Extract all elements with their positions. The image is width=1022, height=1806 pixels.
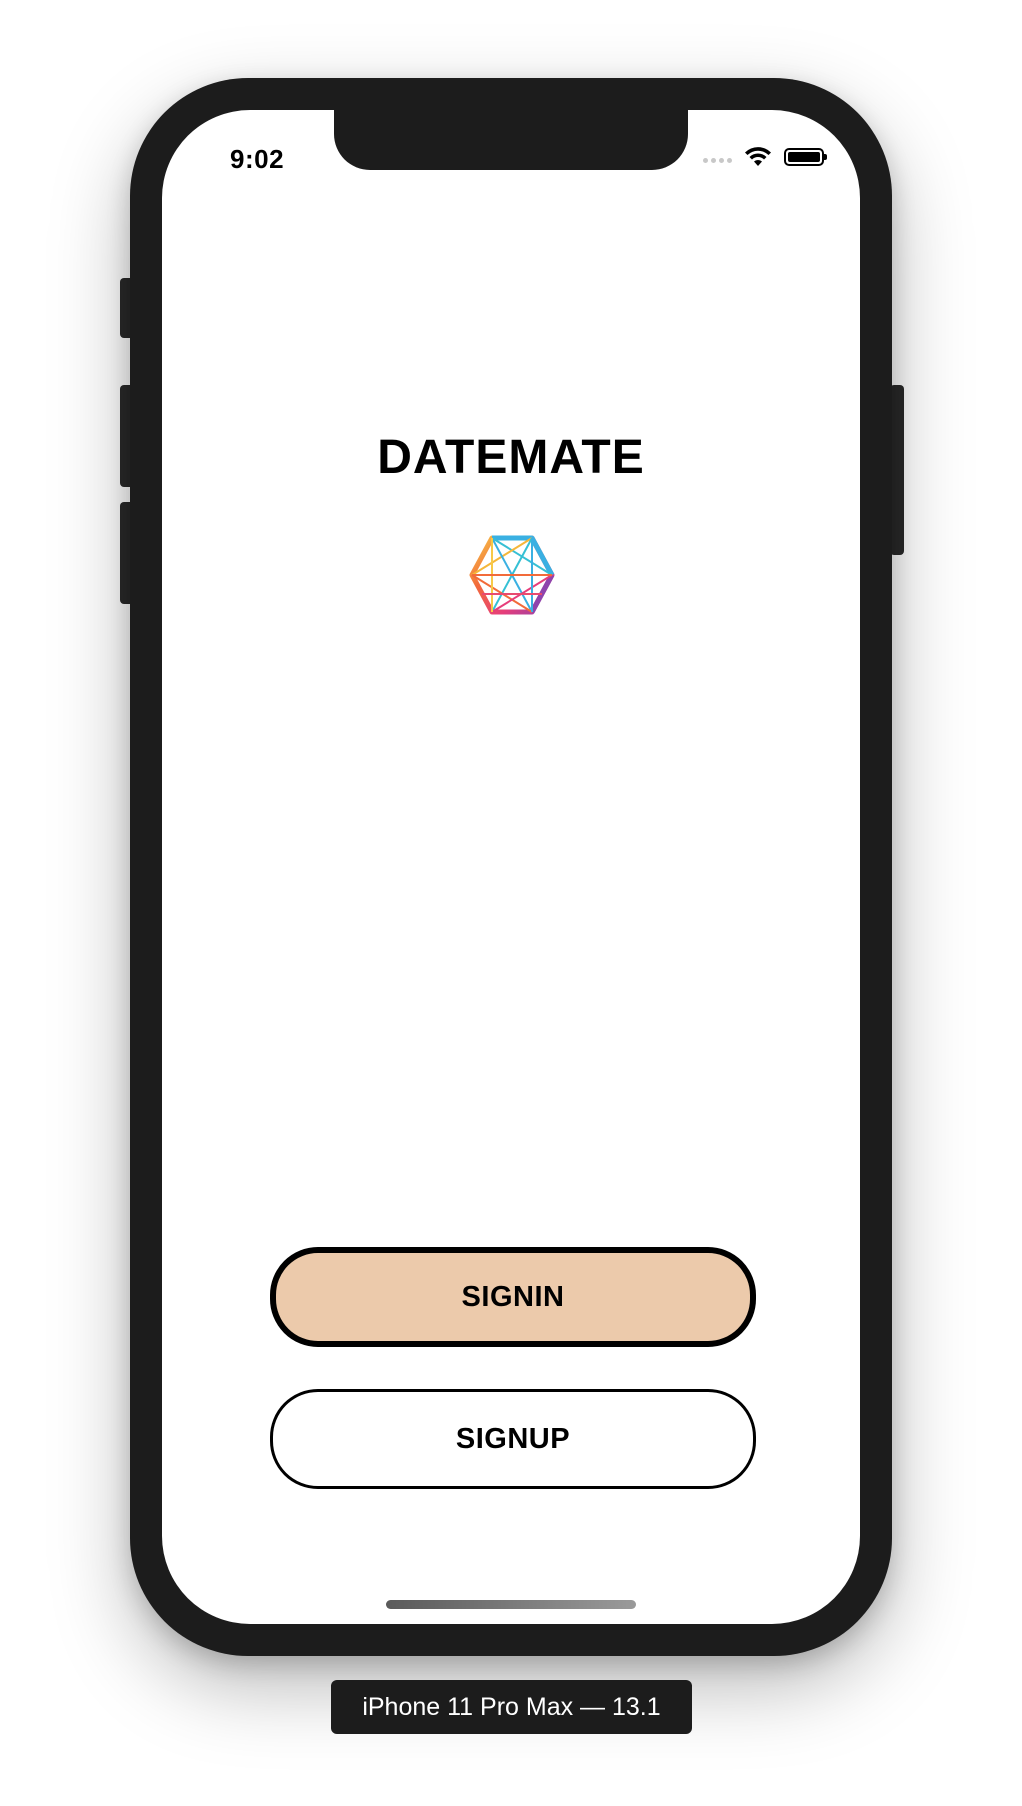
signup-button[interactable]: SIGNUP xyxy=(270,1389,756,1489)
simulator-stage: 9:02 DATEMATE SIGNIN SIGNUP iPhone 11 Pr… xyxy=(0,0,1022,1806)
device-label: iPhone 11 Pro Max — 13.1 xyxy=(331,1680,692,1734)
home-indicator[interactable] xyxy=(386,1600,636,1609)
hexagon-network-logo-icon xyxy=(469,535,555,615)
signup-button-label: SIGNUP xyxy=(455,1422,571,1455)
power-button xyxy=(890,385,904,555)
status-time: 9:02 xyxy=(230,144,285,174)
wifi-icon xyxy=(745,147,771,166)
app-title: DATEMATE xyxy=(377,431,645,484)
battery-icon xyxy=(784,148,827,166)
phone-frame: 9:02 DATEMATE SIGNIN SIGNUP xyxy=(130,78,892,1656)
signin-button[interactable]: SIGNIN xyxy=(270,1247,756,1347)
signin-button-label: SIGNIN xyxy=(461,1280,565,1313)
phone-screen: 9:02 DATEMATE SIGNIN SIGNUP xyxy=(162,110,860,1624)
status-icons xyxy=(703,146,827,168)
signal-icon xyxy=(703,157,732,163)
notch xyxy=(334,110,688,170)
